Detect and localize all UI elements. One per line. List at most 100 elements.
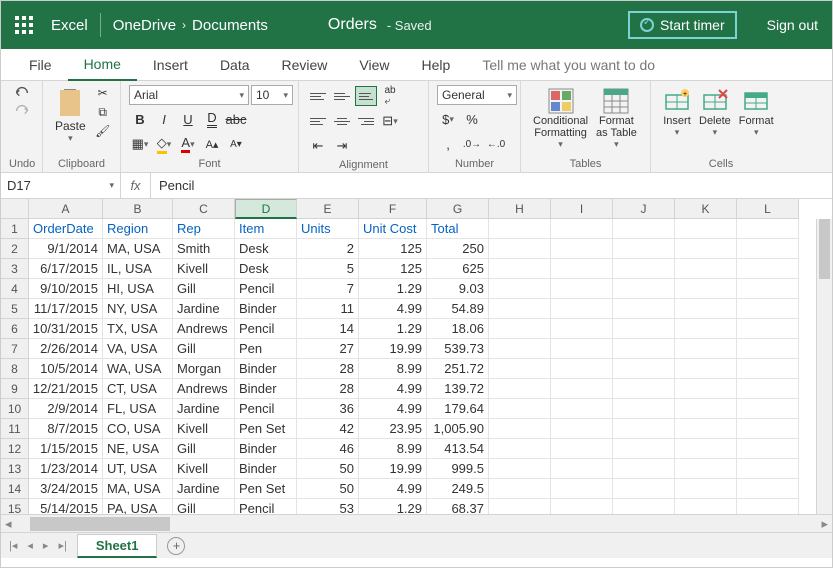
cell[interactable]: [551, 359, 613, 379]
cell[interactable]: [551, 319, 613, 339]
cell[interactable]: [551, 419, 613, 439]
cell[interactable]: Jardine: [173, 479, 235, 499]
menu-data[interactable]: Data: [204, 50, 266, 80]
delete-cells-button[interactable]: Delete▾: [695, 85, 735, 140]
cell[interactable]: Pencil: [235, 319, 297, 339]
cell[interactable]: [613, 239, 675, 259]
cell[interactable]: Gill: [173, 439, 235, 459]
decrease-decimal-button[interactable]: ←.0: [485, 133, 507, 155]
cell[interactable]: [551, 299, 613, 319]
cell[interactable]: Desk: [235, 259, 297, 279]
cell[interactable]: [737, 459, 799, 479]
cell[interactable]: [489, 319, 551, 339]
cell[interactable]: 1.29: [359, 499, 427, 514]
number-format-select[interactable]: General▾: [437, 85, 517, 105]
cell[interactable]: [613, 419, 675, 439]
col-header-G[interactable]: G: [427, 199, 489, 219]
cell[interactable]: [551, 459, 613, 479]
increase-decimal-button[interactable]: .0→: [461, 133, 483, 155]
row-header-9[interactable]: 9: [1, 379, 29, 399]
cell[interactable]: [675, 359, 737, 379]
cell[interactable]: CT, USA: [103, 379, 173, 399]
cell[interactable]: Total: [427, 219, 489, 239]
redo-button[interactable]: [13, 103, 31, 119]
double-underline-button[interactable]: D: [201, 108, 223, 130]
cell[interactable]: Pencil: [235, 499, 297, 514]
cell[interactable]: [489, 439, 551, 459]
cell[interactable]: 2: [297, 239, 359, 259]
cell[interactable]: NE, USA: [103, 439, 173, 459]
col-header-J[interactable]: J: [613, 199, 675, 219]
cell[interactable]: 18.06: [427, 319, 489, 339]
cell[interactable]: [737, 299, 799, 319]
row-header-7[interactable]: 7: [1, 339, 29, 359]
col-header-I[interactable]: I: [551, 199, 613, 219]
font-name-select[interactable]: Arial▾: [129, 85, 249, 105]
cell[interactable]: 125: [359, 259, 427, 279]
strikethrough-button[interactable]: abc: [225, 108, 247, 130]
col-header-K[interactable]: K: [675, 199, 737, 219]
bold-button[interactable]: B: [129, 108, 151, 130]
row-header-3[interactable]: 3: [1, 259, 29, 279]
font-size-select[interactable]: 10▾: [251, 85, 293, 105]
cell[interactable]: 2/9/2014: [29, 399, 103, 419]
cell[interactable]: Pencil: [235, 279, 297, 299]
cell[interactable]: 10/31/2015: [29, 319, 103, 339]
decrease-indent-button[interactable]: ⇤: [307, 135, 329, 157]
cell[interactable]: 1,005.90: [427, 419, 489, 439]
format-cells-button[interactable]: Format▾: [735, 85, 778, 140]
cell[interactable]: 179.64: [427, 399, 489, 419]
align-middle-button[interactable]: [331, 86, 353, 106]
cell[interactable]: 46: [297, 439, 359, 459]
cell[interactable]: [489, 299, 551, 319]
cell[interactable]: 6/17/2015: [29, 259, 103, 279]
cell[interactable]: 1/23/2014: [29, 459, 103, 479]
cell[interactable]: 10/5/2014: [29, 359, 103, 379]
cell[interactable]: 413.54: [427, 439, 489, 459]
cell[interactable]: [551, 479, 613, 499]
cell[interactable]: 11/17/2015: [29, 299, 103, 319]
col-header-F[interactable]: F: [359, 199, 427, 219]
cell[interactable]: 249.5: [427, 479, 489, 499]
cell[interactable]: TX, USA: [103, 319, 173, 339]
cell[interactable]: 4.99: [359, 479, 427, 499]
sheet-nav-next[interactable]: ▸: [43, 539, 49, 552]
cell[interactable]: [675, 419, 737, 439]
cell[interactable]: 9/1/2014: [29, 239, 103, 259]
sheet-nav-prev[interactable]: ◂: [27, 539, 33, 552]
cell[interactable]: [737, 259, 799, 279]
fx-icon[interactable]: fx: [121, 173, 151, 198]
cell[interactable]: [675, 439, 737, 459]
cell[interactable]: 7: [297, 279, 359, 299]
select-all-corner[interactable]: [1, 199, 29, 219]
row-header-5[interactable]: 5: [1, 299, 29, 319]
cell[interactable]: [675, 299, 737, 319]
cell[interactable]: [613, 399, 675, 419]
col-header-D[interactable]: D: [235, 199, 297, 219]
cell[interactable]: MA, USA: [103, 239, 173, 259]
cell[interactable]: Pen Set: [235, 479, 297, 499]
menu-view[interactable]: View: [343, 50, 405, 80]
sheet-nav-first[interactable]: |◂: [9, 539, 17, 552]
cell[interactable]: [737, 499, 799, 514]
cell[interactable]: IL, USA: [103, 259, 173, 279]
cell[interactable]: WA, USA: [103, 359, 173, 379]
align-bottom-button[interactable]: [355, 86, 377, 106]
name-box[interactable]: D17▾: [1, 173, 121, 198]
cell[interactable]: Kivell: [173, 419, 235, 439]
cell[interactable]: 5/14/2015: [29, 499, 103, 514]
cell[interactable]: 28: [297, 379, 359, 399]
cell[interactable]: 1/15/2015: [29, 439, 103, 459]
menu-review[interactable]: Review: [266, 50, 344, 80]
insert-cells-button[interactable]: + Insert▾: [659, 85, 695, 140]
cell[interactable]: Jardine: [173, 399, 235, 419]
cell[interactable]: 625: [427, 259, 489, 279]
cell[interactable]: 68.37: [427, 499, 489, 514]
format-as-table-button[interactable]: Format as Table▾: [592, 85, 641, 152]
currency-button[interactable]: $▾: [437, 108, 459, 130]
cell[interactable]: VA, USA: [103, 339, 173, 359]
cell[interactable]: 54.89: [427, 299, 489, 319]
cell[interactable]: [675, 399, 737, 419]
row-header-14[interactable]: 14: [1, 479, 29, 499]
cell[interactable]: [613, 279, 675, 299]
